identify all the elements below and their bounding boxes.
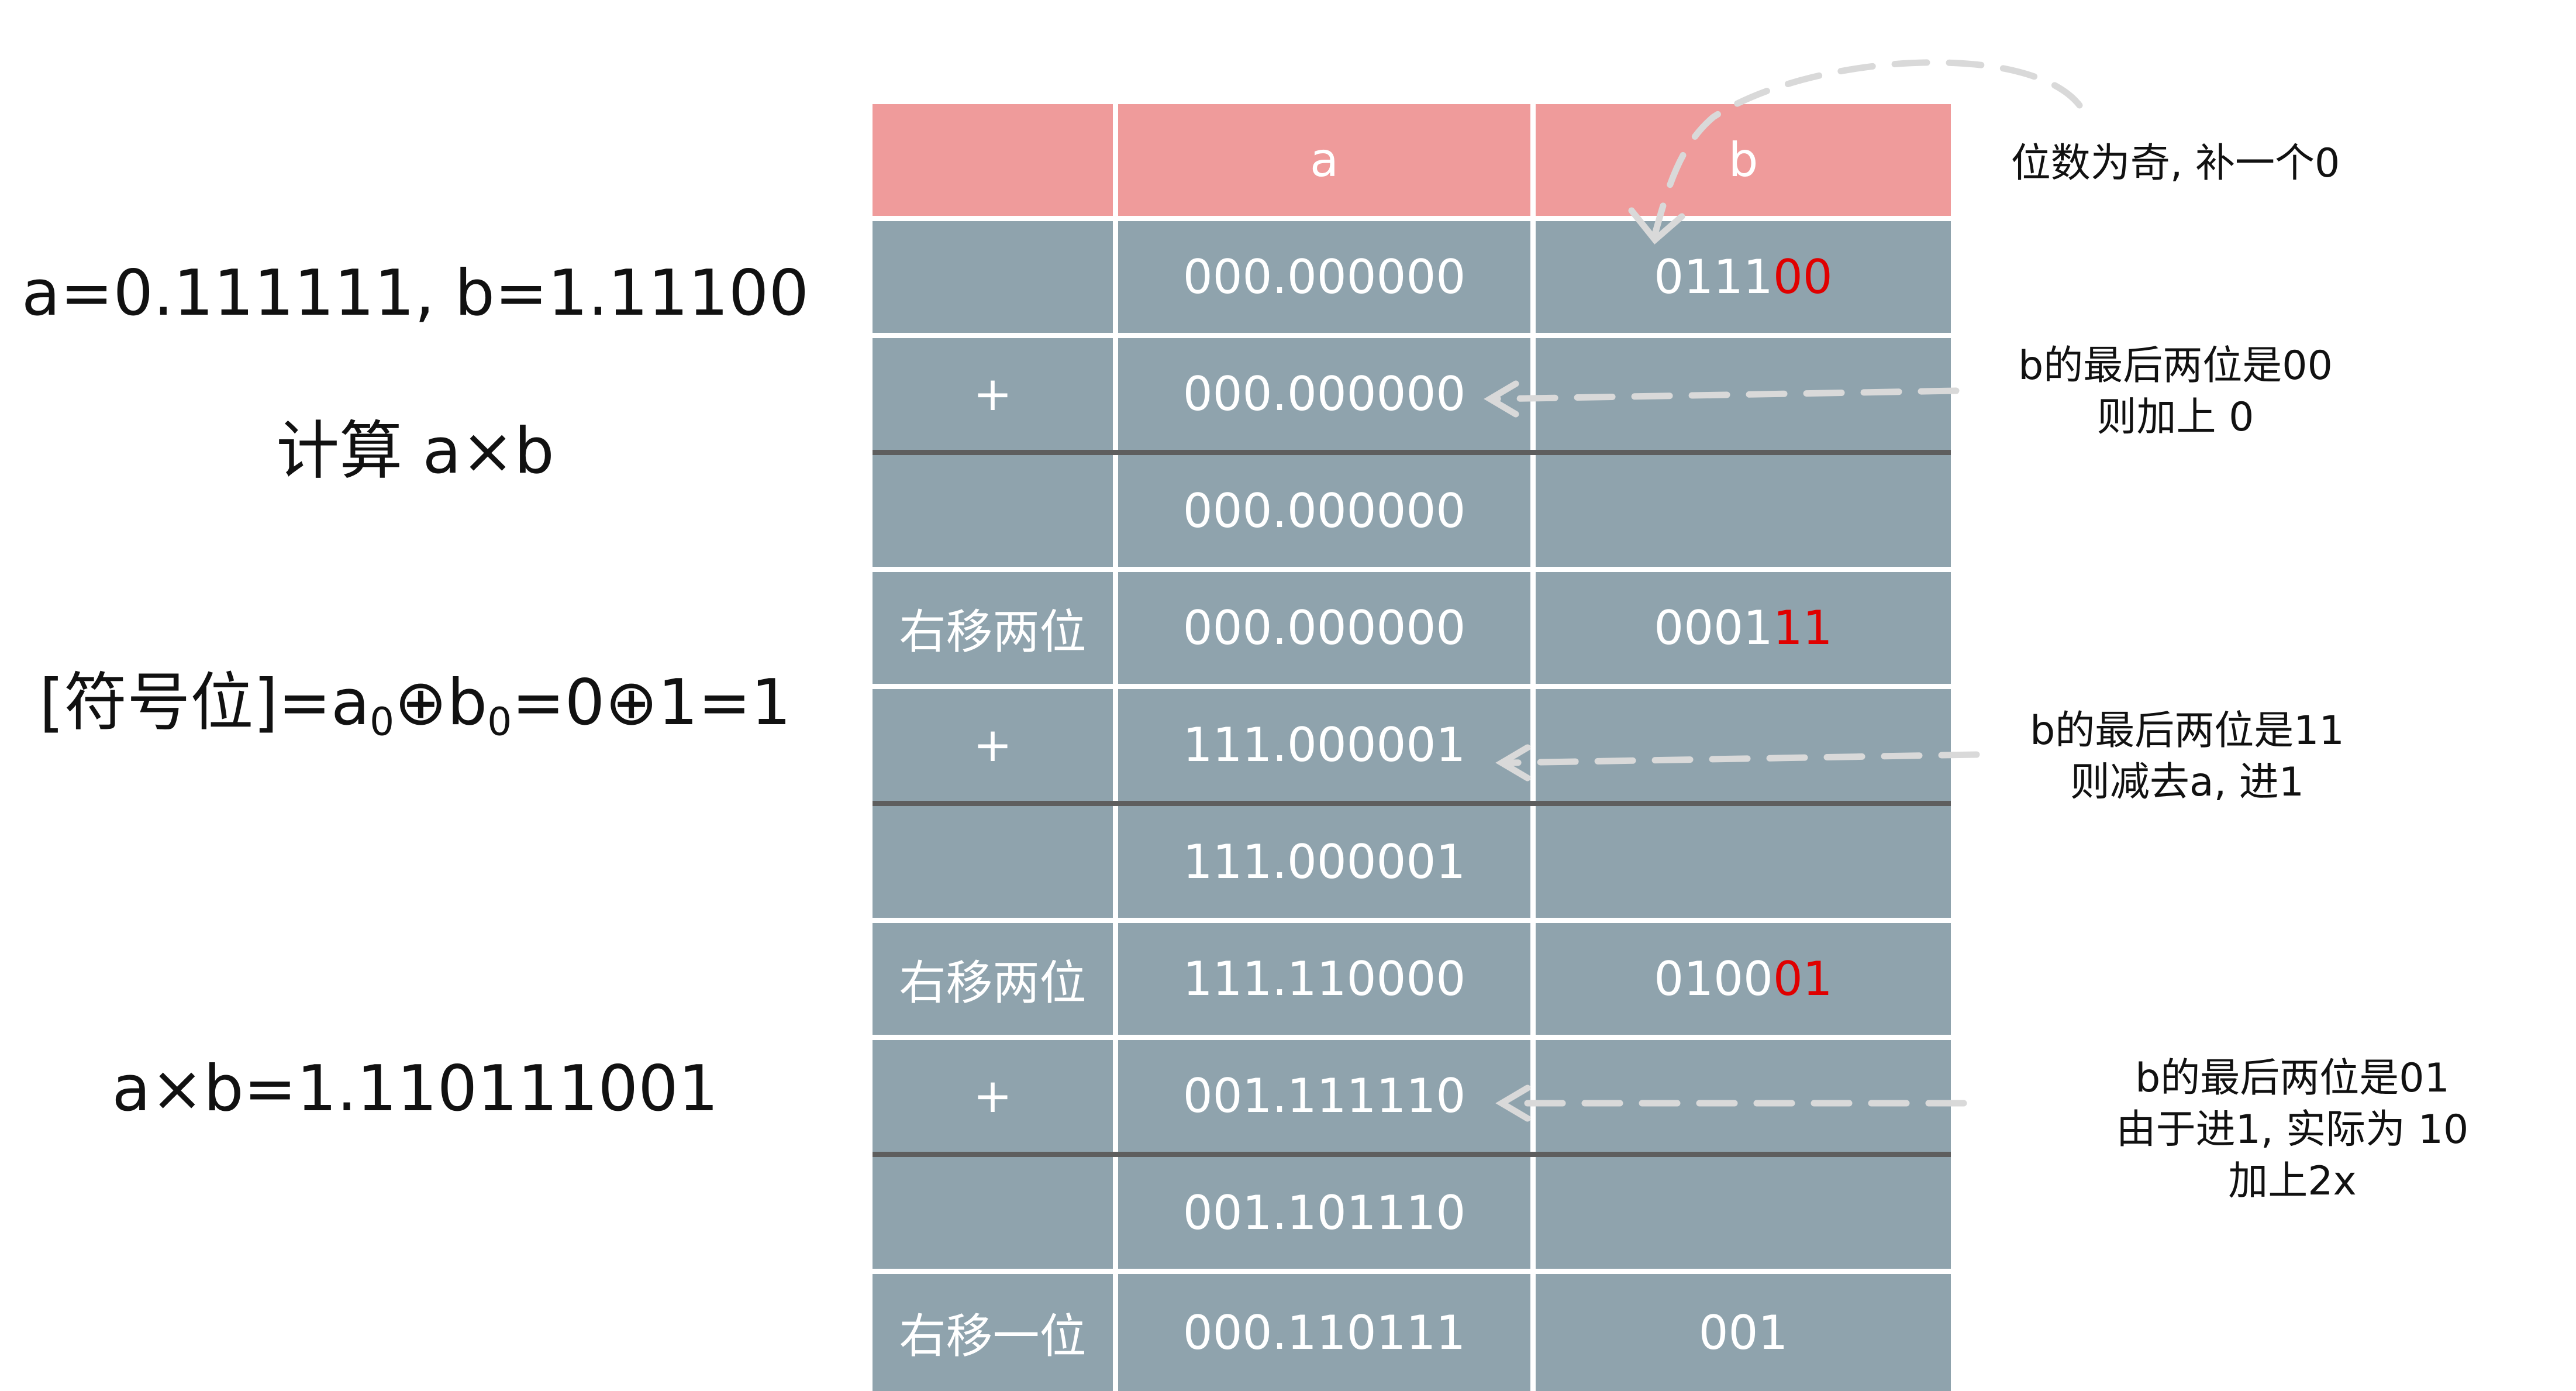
row-a-cell: 000.000000 <box>1118 338 1536 450</box>
table-row: +001.111110 <box>873 1040 1951 1157</box>
sign-sub-a: 0 <box>370 699 395 745</box>
table-row: 右移一位 000.110111 001 <box>873 1274 1951 1391</box>
row-b-cell <box>1536 1157 1951 1269</box>
given-values: a=0.111111, b=1.11100 <box>21 257 809 330</box>
sign-suffix: =0⊕1=1 <box>512 666 791 739</box>
highlighted-bits: 00 <box>1772 250 1833 304</box>
note-line: 则加上 0 <box>2096 394 2254 440</box>
row-op-cell-text: 右移一位 <box>899 1309 1087 1364</box>
note-line: b的最后两位是00 <box>2018 343 2333 389</box>
booth-table: a b 000.000000 0111 00 +000.000000 000.00000… <box>873 104 1951 1391</box>
table-row: +111.000001 <box>873 689 1951 806</box>
header-op <box>873 104 1118 216</box>
result-formula: a×b=1.110111001 <box>112 1052 719 1125</box>
table-header-row: a b <box>873 104 1951 221</box>
row-a-cell-text: 001.111110 <box>1182 1069 1466 1123</box>
row-op-cell: + <box>873 689 1118 801</box>
sign-sub-b: 0 <box>487 699 512 745</box>
sign-mid: ⊕b <box>394 666 488 739</box>
row-op-cell-text: 右移两位 <box>899 955 1087 1010</box>
row-a-cell-text: 001.101110 <box>1182 1186 1466 1240</box>
row-op-cell: + <box>873 1040 1118 1152</box>
row-b-cell <box>1536 806 1951 918</box>
note-line: b的最后两位是01 <box>2135 1055 2450 1101</box>
row-op-cell-text: + <box>973 718 1013 772</box>
row-op-cell: 右移两位 <box>873 572 1118 684</box>
note-last-11: b的最后两位是11 则减去a, 进1 <box>2000 705 2374 808</box>
row-b-cell: 0100 01 <box>1536 923 1951 1035</box>
highlighted-bits: 11 <box>1772 601 1833 655</box>
row-op-cell: 右移一位 <box>873 1274 1118 1391</box>
row-a-cell: 000.000000 <box>1118 455 1536 567</box>
row-b-cell: 0111 00 <box>1536 221 1951 333</box>
row-op-cell: 右移两位 <box>873 923 1118 1035</box>
row-a-cell: 000.110111 <box>1118 1274 1536 1391</box>
row-a-cell-text: 000.000000 <box>1182 367 1466 421</box>
table-row: 000.000000 0111 00 <box>873 221 1951 338</box>
row-op-cell-text: 右移两位 <box>899 604 1087 659</box>
note-line: 由于进1, 实际为 10 <box>2116 1107 2469 1153</box>
sign-bit-formula: [符号位]=a0⊕b0=0⊕1=1 <box>0 672 830 741</box>
row-b-cell: 001 <box>1536 1274 1951 1391</box>
row-a-cell-text: 000.000000 <box>1182 484 1466 538</box>
row-op-cell <box>873 221 1118 333</box>
row-a-cell: 111.000001 <box>1118 689 1536 801</box>
row-a-cell: 111.000001 <box>1118 806 1536 918</box>
task-label: 计算 a×b <box>276 415 554 488</box>
row-b-cell-text: 0111 <box>1654 250 1773 304</box>
row-a-cell: 000.000000 <box>1118 221 1536 333</box>
row-a-cell-text: 111.000001 <box>1182 718 1466 772</box>
highlighted-bits: 01 <box>1772 952 1833 1006</box>
row-b-cell-text: 001 <box>1698 1305 1788 1360</box>
row-b-cell: 0001 11 <box>1536 572 1951 684</box>
sign-prefix: [符号位]=a <box>39 666 370 739</box>
row-op-cell <box>873 1157 1118 1269</box>
table-row: 右移两位 000.000000 0001 11 <box>873 572 1951 689</box>
table-row: +000.000000 <box>873 338 1951 455</box>
row-b-cell <box>1536 455 1951 567</box>
row-a-cell: 000.000000 <box>1118 572 1536 684</box>
note-last-00: b的最后两位是00 则加上 0 <box>1988 340 2363 443</box>
row-op-cell <box>873 455 1118 567</box>
row-b-cell <box>1536 1040 1951 1152</box>
row-b-cell <box>1536 338 1951 450</box>
header-a: a <box>1118 104 1536 216</box>
row-op-cell: + <box>873 338 1118 450</box>
header-b: b <box>1536 104 1951 216</box>
note-line: 位数为奇, 补一个0 <box>2011 140 2340 187</box>
row-a-cell-text: 111.000001 <box>1182 835 1466 889</box>
note-last-01: b的最后两位是01 由于进1, 实际为 10 加上2x <box>2070 1053 2515 1207</box>
row-a-cell-text: 111.110000 <box>1182 952 1466 1006</box>
row-a-cell: 001.101110 <box>1118 1157 1536 1269</box>
row-b-cell-text: 0100 <box>1654 952 1773 1006</box>
row-a-cell-text: 000.000000 <box>1182 601 1466 655</box>
row-op-cell-text: + <box>973 1069 1013 1123</box>
row-a-cell-text: 000.110111 <box>1182 1305 1466 1360</box>
table-row: 111.000001 <box>873 806 1951 923</box>
note-line: 则减去a, 进1 <box>2070 759 2305 805</box>
row-a-cell-text: 000.000000 <box>1182 250 1466 304</box>
row-a-cell: 001.111110 <box>1118 1040 1536 1152</box>
table-row: 右移两位 111.110000 0100 01 <box>873 923 1951 1040</box>
table-row: 001.101110 <box>873 1157 1951 1274</box>
row-op-cell-text: + <box>973 367 1013 421</box>
note-odd-pad: 位数为奇, 补一个0 <box>2000 138 2351 190</box>
note-line: b的最后两位是11 <box>2030 708 2344 754</box>
row-op-cell <box>873 806 1118 918</box>
row-a-cell: 111.110000 <box>1118 923 1536 1035</box>
note-line: 加上2x <box>2228 1158 2357 1204</box>
table-row: 000.000000 <box>873 455 1951 572</box>
row-b-cell <box>1536 689 1951 801</box>
row-b-cell-text: 0001 <box>1654 601 1773 655</box>
